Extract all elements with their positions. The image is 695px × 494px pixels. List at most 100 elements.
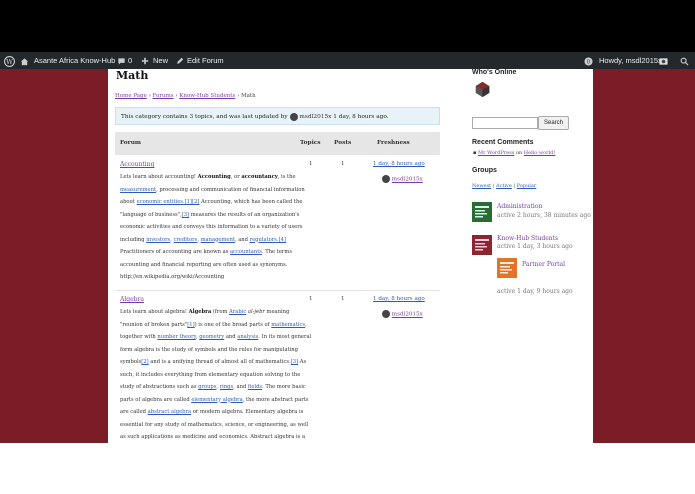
breadcrumb: Home Page › Forums › Know-Hub Students ›… <box>115 93 256 99</box>
description-line: Lets learn about algebra! Algebra (from … <box>120 306 295 319</box>
user-avatar[interactable] <box>289 112 298 121</box>
description-line: including investors, creditors, manageme… <box>120 234 295 247</box>
description-link[interactable]: rings <box>220 384 233 390</box>
description-line: parts of algebra are called elementary a… <box>120 394 308 407</box>
description-line: measurement, processing and communicatio… <box>120 184 305 197</box>
howdy-user-link[interactable]: Howdy, msdl2015x <box>599 52 662 69</box>
new-content-link[interactable]: New <box>153 52 168 69</box>
group-name-link[interactable]: Know-Hub Students <box>497 235 558 242</box>
description-text: , <box>305 321 307 328</box>
description-text: together with <box>120 334 158 340</box>
comment-on-text: on <box>515 150 523 156</box>
description-link[interactable]: groups <box>198 384 216 390</box>
edit-forum-link[interactable]: Edit Forum <box>187 52 224 69</box>
description-text: Algebra <box>188 309 212 315</box>
notice-user-link[interactable]: msdl2015x <box>299 114 331 120</box>
description-link[interactable]: .[1][2] <box>183 199 199 205</box>
wordpress-logo-icon[interactable]: W <box>4 52 15 69</box>
forum-row: Algebra 1 1 1 day, 8 hours ago msdl2015x… <box>115 296 440 443</box>
forum-row: Accounting 1 1 1 day, 8 hours ago msdl20… <box>115 161 440 291</box>
description-link[interactable]: fields <box>248 384 262 390</box>
breadcrumb-current: Math <box>241 93 256 99</box>
admin-bar-home-icon[interactable] <box>20 52 29 69</box>
forum-last-user[interactable]: msdl2015x <box>382 175 423 183</box>
search-icon[interactable] <box>680 52 689 69</box>
svg-text:W: W <box>6 57 13 65</box>
breadcrumb-know-hub-students[interactable]: Know-Hub Students <box>179 93 235 99</box>
comment-post-link[interactable]: Hello world! <box>524 150 556 156</box>
sidebar-search-button[interactable]: Search <box>538 116 569 130</box>
description-link[interactable]: measurement <box>120 187 156 193</box>
group-name-link[interactable]: Administration <box>497 203 542 210</box>
breadcrumb-home[interactable]: Home Page <box>115 93 147 99</box>
user-avatar[interactable] <box>382 175 390 183</box>
svg-text:0: 0 <box>587 59 590 65</box>
description-link[interactable]: [3] <box>291 359 298 365</box>
group-thumbnail[interactable] <box>497 258 517 278</box>
comments-count[interactable]: 0 <box>128 52 132 69</box>
description-link[interactable]: investors <box>146 237 170 243</box>
comment-author-link[interactable]: Mr WordPress <box>478 150 514 156</box>
pencil-icon[interactable] <box>176 52 184 69</box>
page-title: Math <box>116 69 149 82</box>
forum-freshness-link[interactable]: 1 day, 8 hours ago <box>373 296 425 302</box>
description-line: form algebra is the study of symbols and… <box>120 344 298 357</box>
forum-posts-count: 1 <box>341 161 345 167</box>
forum-title-link[interactable]: Algebra <box>120 296 144 303</box>
site-name-link[interactable]: Asante Africa Know-Hub <box>34 52 115 69</box>
description-link[interactable]: analysis <box>237 334 258 340</box>
description-link[interactable]: [1] <box>187 322 194 328</box>
forum-title-link[interactable]: Accounting <box>120 161 154 168</box>
description-text: essential for any study of mathematics, … <box>120 421 309 428</box>
description-link[interactable]: creditors <box>174 237 198 243</box>
group-tab-newest[interactable]: Newest <box>472 183 491 189</box>
breadcrumb-forums[interactable]: Forums <box>153 93 174 99</box>
description-text: and is a unifying thread of almost all o… <box>148 359 291 365</box>
group-tabs: Newest | Active | Popular <box>472 183 537 189</box>
description-link[interactable]: [2] <box>141 359 148 365</box>
description-line: study of abstractions such as groups, ri… <box>120 381 306 394</box>
description-link[interactable]: abstract algebra <box>148 409 191 415</box>
description-link[interactable]: regulators <box>250 237 277 243</box>
description-link[interactable]: management <box>201 237 235 243</box>
description-link[interactable]: Arabic <box>229 309 246 315</box>
description-text: , or <box>230 174 242 180</box>
forum-freshness-link[interactable]: 1 day, 8 hours ago <box>373 161 425 167</box>
description-line: symbols[2] and is a unifying thread of a… <box>120 356 306 369</box>
description-link[interactable]: mathematics <box>271 322 305 328</box>
description-line: economic activities and conveys this inf… <box>120 221 302 234</box>
description-link[interactable]: .[4] <box>277 237 286 243</box>
description-text: accounting and financial reporting are o… <box>120 261 288 268</box>
forum-last-user[interactable]: msdl2015x <box>382 310 423 318</box>
sidebar-search-input[interactable] <box>472 117 538 129</box>
online-user-avatar[interactable] <box>474 81 491 102</box>
description-link[interactable]: [3] <box>182 212 189 218</box>
group-tab-popular[interactable]: Popular <box>517 183 537 189</box>
description-text: Lets learn about algebra! <box>120 309 189 315</box>
description-text: . In its most general <box>258 334 312 340</box>
left-background <box>0 69 108 443</box>
description-text: http://en.wikipedia.org/wiki/Accounting <box>120 274 225 280</box>
description-text: accountancy <box>241 174 278 180</box>
groups-title: Groups <box>472 167 497 174</box>
forum-description: Lets learn about algebra! Algebra (from … <box>120 306 311 443</box>
user-avatar[interactable] <box>382 310 390 318</box>
header-forum: Forum <box>120 140 142 146</box>
comments-icon[interactable] <box>117 52 126 69</box>
description-text: , is the <box>277 174 296 180</box>
description-line: about economic entities.[1][2] Accountin… <box>120 196 302 209</box>
group-name-link[interactable]: Partner Portal <box>522 261 565 268</box>
admin-avatar[interactable] <box>659 52 668 69</box>
description-link[interactable]: geometry <box>199 334 224 340</box>
description-link[interactable]: economic entities <box>137 199 183 205</box>
group-tab-active[interactable]: Active <box>496 183 512 189</box>
description-text: As <box>298 359 307 365</box>
plus-icon[interactable] <box>141 52 149 69</box>
description-link[interactable]: number theory <box>157 334 195 340</box>
notifications-icon[interactable]: 0 <box>584 52 593 69</box>
group-thumbnail[interactable] <box>472 202 492 222</box>
description-link[interactable]: accountants <box>230 249 262 255</box>
description-line: "language of business",[3] measures the … <box>120 209 299 222</box>
description-link[interactable]: elementary algebra <box>191 397 242 403</box>
group-thumbnail[interactable] <box>472 235 492 255</box>
